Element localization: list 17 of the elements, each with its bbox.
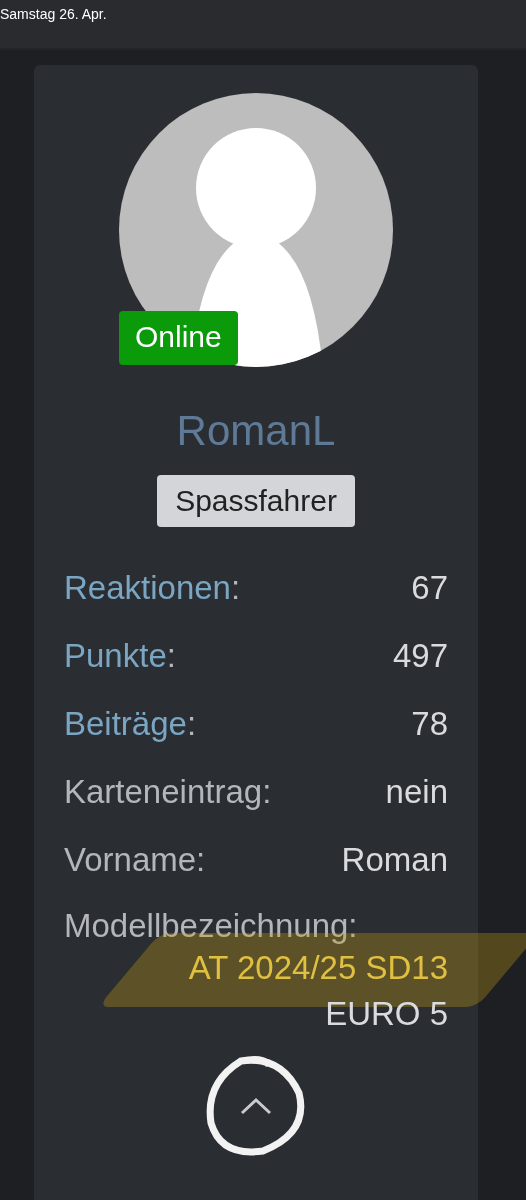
stat-label[interactable]: Beiträge: (64, 703, 197, 745)
rank-badge: Spassfahrer (157, 475, 355, 527)
chevron-up-icon[interactable] (239, 1096, 273, 1116)
stat-value: AT 2024/25 SD13 (188, 949, 448, 986)
stat-label[interactable]: Punkte: (64, 635, 176, 677)
stat-value: 497 (392, 636, 448, 676)
stat-label: Vorname: (64, 840, 206, 880)
online-badge: Online (119, 311, 238, 365)
stat-value: 78 (411, 704, 448, 744)
stat-value: EURO 5 (325, 995, 448, 1032)
stat-value: 67 (411, 568, 448, 608)
stat-label: Karteneintrag: (64, 772, 272, 812)
stat-label[interactable]: Reaktionen: (64, 567, 241, 609)
stat-value: nein (385, 772, 448, 812)
status-date: Samstag 26. Apr. (0, 6, 107, 22)
stat-value: Roman (341, 840, 448, 880)
stat-label: Modellbezeichnung: (64, 907, 358, 945)
